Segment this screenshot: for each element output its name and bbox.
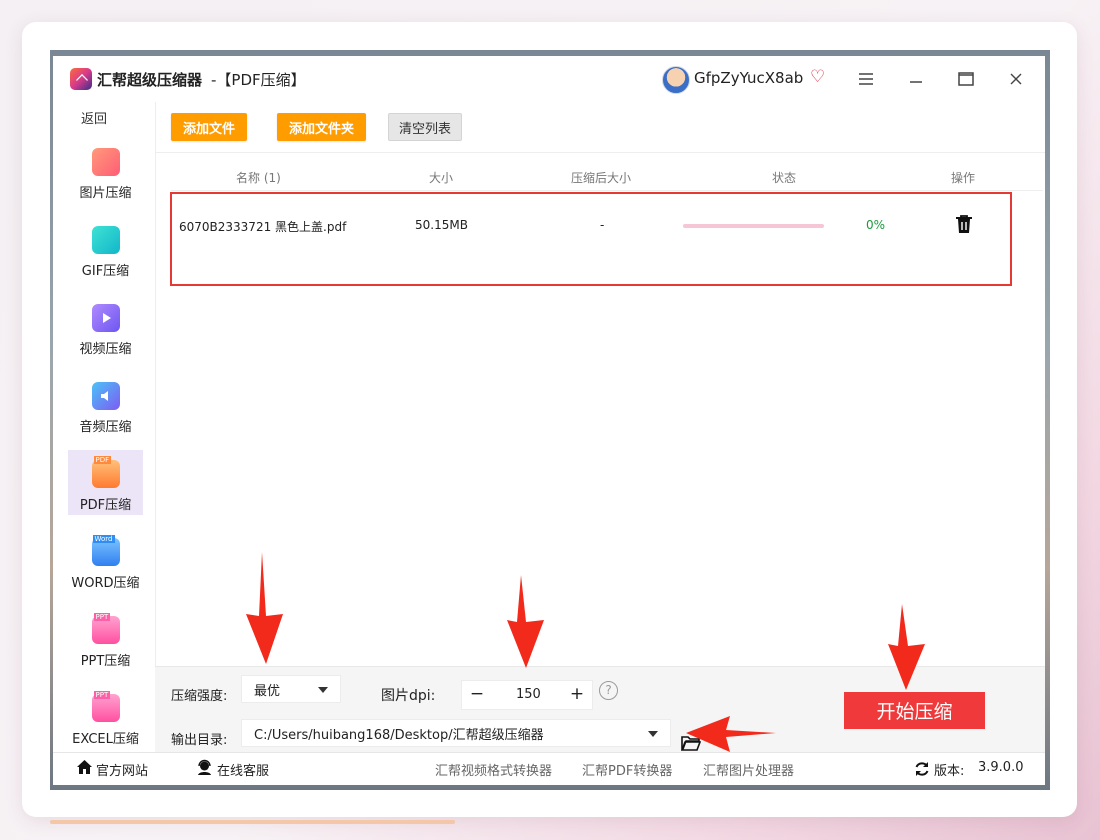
annotation-arrows	[246, 552, 925, 752]
arrow-left-folder	[686, 716, 776, 752]
arrow-down-dpi	[507, 575, 544, 668]
arrow-down-strength	[246, 552, 283, 664]
arrow-down-start	[888, 604, 925, 690]
